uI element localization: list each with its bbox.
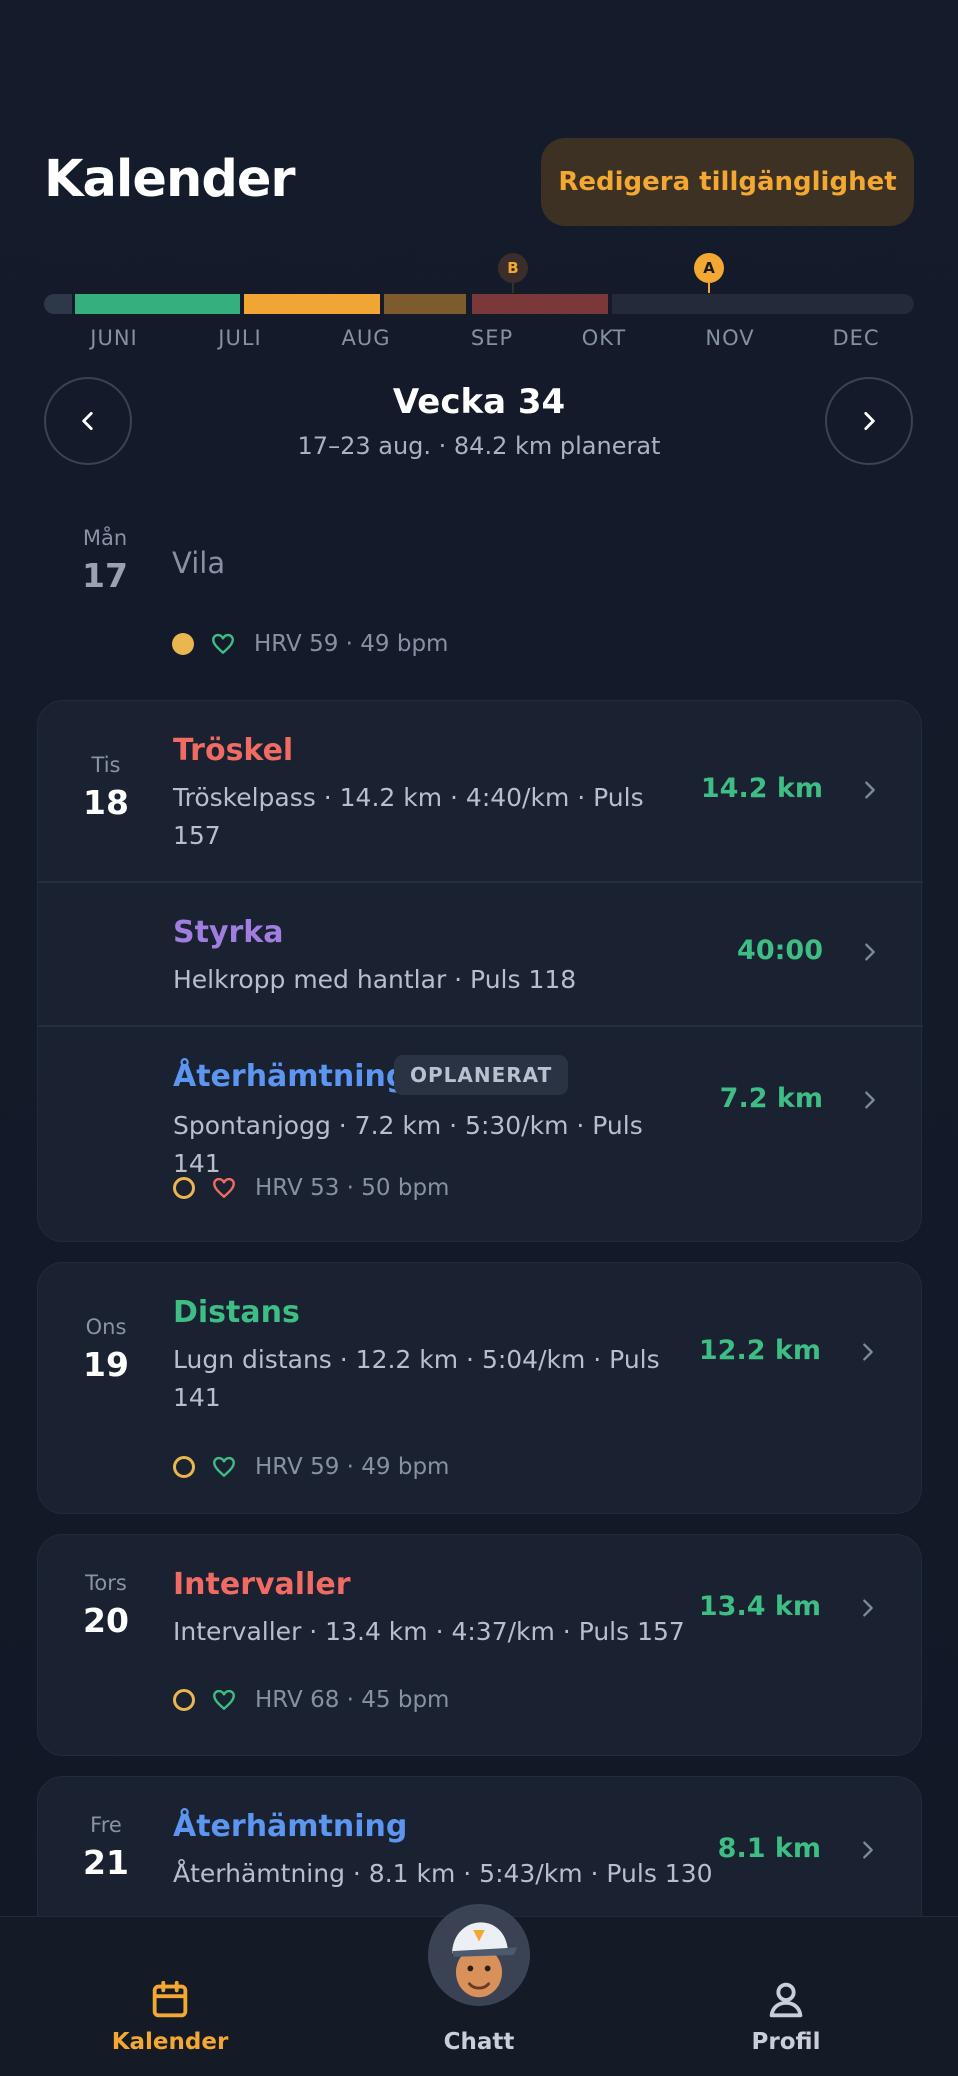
week-subtitle: 17–23 aug. · 84.2 km planerat bbox=[297, 432, 661, 460]
heart-icon bbox=[212, 633, 234, 654]
workout-value: 13.4 km bbox=[698, 1591, 821, 1622]
timeline-segment bbox=[244, 294, 380, 314]
workout-title: Styrka bbox=[173, 915, 284, 950]
month-label: JUNI bbox=[90, 326, 138, 350]
workout-description: Intervaller · 13.4 km · 4:37/km · Puls 1… bbox=[173, 1617, 685, 1646]
week-title: Vecka 34 bbox=[392, 382, 566, 422]
chevron-right-icon bbox=[864, 412, 875, 430]
timeline-bar bbox=[44, 294, 914, 314]
tab-profil[interactable]: Profil bbox=[686, 1917, 886, 2076]
readiness-dot-icon bbox=[172, 633, 194, 655]
unplanned-badge: OPLANERAT bbox=[394, 1055, 569, 1095]
hrv-row: HRV 53 · 50 bpm bbox=[173, 1173, 449, 1203]
timeline-segment bbox=[612, 294, 914, 314]
month-label: JULI bbox=[218, 326, 262, 350]
month-label: OKT bbox=[581, 326, 627, 350]
day-number: 20 bbox=[83, 1601, 129, 1640]
hrv-text: HRV 59 · 49 bpm bbox=[255, 1454, 450, 1480]
workout-description: Lugn distans · 12.2 km · 5:04/km · Puls … bbox=[173, 1345, 660, 1412]
chevron-right-icon bbox=[863, 1841, 873, 1859]
tab-label: Chatt bbox=[443, 2029, 515, 2055]
day-of-week: Mån bbox=[82, 526, 128, 550]
month-label: NOV bbox=[705, 326, 755, 350]
workout-value: 14.2 km bbox=[700, 773, 823, 804]
chevron-right-icon bbox=[863, 1343, 873, 1361]
timeline-segment bbox=[472, 294, 608, 314]
timeline-segment bbox=[75, 294, 240, 314]
day-label: Tors 20 bbox=[56, 1571, 156, 1640]
month-label: AUG bbox=[341, 326, 391, 350]
workout-value: 40:00 bbox=[737, 935, 823, 966]
hrv-text: HRV 68 · 45 bpm bbox=[255, 1687, 450, 1713]
page-title: Kalender bbox=[44, 150, 296, 209]
heart-icon bbox=[213, 1689, 235, 1710]
hrv-row: HRV 68 · 45 bpm bbox=[173, 1685, 449, 1715]
readiness-dot-icon bbox=[173, 1689, 195, 1711]
race-marker-a[interactable]: A bbox=[694, 253, 724, 283]
workout-title: Återhämtning bbox=[173, 1809, 408, 1844]
workout-description: Tröskelpass · 14.2 km · 4:40/km · Puls 1… bbox=[173, 783, 644, 850]
workout-title: Tröskel bbox=[173, 733, 294, 768]
marker-stem bbox=[512, 283, 514, 293]
hrv-text: HRV 53 · 50 bpm bbox=[255, 1175, 450, 1201]
person-icon bbox=[769, 1982, 803, 2018]
workout-row[interactable]: Återhämtning OPLANERAT Spontanjogg · 7.2… bbox=[38, 1027, 923, 1243]
readiness-dot-icon bbox=[173, 1177, 195, 1199]
timeline-segment bbox=[384, 294, 466, 314]
day-label: Fre 21 bbox=[56, 1813, 156, 1882]
edit-availability-button[interactable]: Redigera tillgänglighet bbox=[541, 138, 914, 226]
coach-avatar[interactable] bbox=[428, 1904, 530, 2006]
workout-description: Helkropp med hantlar · Puls 118 bbox=[173, 965, 577, 994]
day-number: 19 bbox=[83, 1345, 129, 1384]
workout-title: Distans bbox=[173, 1295, 300, 1330]
marker-label: B bbox=[507, 259, 519, 277]
day-label: Mån 17 bbox=[55, 526, 155, 595]
tab-label: Profil bbox=[751, 2029, 821, 2055]
day-card-tuesday: Tis 18 Tröskel Tröskelpass · 14.2 km · 4… bbox=[37, 700, 923, 1243]
rest-day-title: Vila bbox=[172, 546, 226, 580]
month-label: DEC bbox=[832, 326, 880, 350]
day-card-thursday[interactable]: Tors 20 Intervaller Intervaller · 13.4 k… bbox=[37, 1534, 922, 1756]
workout-row[interactable]: Tröskel Tröskelpass · 14.2 km · 4:40/km … bbox=[38, 701, 923, 881]
hrv-row: HRV 59 · 49 bpm bbox=[172, 629, 448, 659]
readiness-dot-icon bbox=[173, 1456, 195, 1478]
tab-kalender[interactable]: Kalender bbox=[70, 1917, 270, 2076]
workout-title: Intervaller bbox=[173, 1567, 351, 1602]
workout-value: 7.2 km bbox=[719, 1083, 823, 1114]
month-label: SEP bbox=[470, 326, 514, 350]
timeline-segment bbox=[44, 294, 72, 314]
coach-avatar-icon bbox=[431, 1907, 527, 2003]
marker-stem bbox=[708, 283, 710, 293]
day-card-wednesday[interactable]: Ons 19 Distans Lugn distans · 12.2 km · … bbox=[37, 1262, 922, 1514]
day-number: 21 bbox=[83, 1843, 129, 1882]
marker-label: A bbox=[703, 259, 715, 277]
workout-value: 8.1 km bbox=[717, 1833, 821, 1864]
heart-icon bbox=[213, 1456, 235, 1477]
day-of-week: Tors bbox=[85, 1571, 127, 1595]
workout-title: Återhämtning bbox=[173, 1059, 408, 1094]
header: Kalender Redigera tillgänglighet bbox=[0, 0, 958, 300]
workout-description: Spontanjogg · 7.2 km · 5:30/km · Puls 14… bbox=[173, 1111, 643, 1178]
race-marker-b[interactable]: B bbox=[498, 253, 528, 283]
workout-value: 12.2 km bbox=[698, 1335, 821, 1366]
chevron-right-icon bbox=[863, 1599, 873, 1617]
heart-icon bbox=[213, 1177, 235, 1198]
next-week-button[interactable] bbox=[825, 377, 913, 465]
chevron-right-icon bbox=[865, 943, 875, 961]
workout-row[interactable]: Styrka Helkropp med hantlar · Puls 118 4… bbox=[38, 883, 923, 1025]
day-of-week: Fre bbox=[90, 1813, 122, 1837]
chevron-right-icon bbox=[865, 781, 875, 799]
chevron-right-icon bbox=[865, 1091, 875, 1109]
day-number: 17 bbox=[82, 556, 128, 595]
hrv-row: HRV 59 · 49 bpm bbox=[173, 1452, 449, 1482]
day-label: Ons 19 bbox=[56, 1315, 156, 1384]
calendar-icon bbox=[152, 1980, 188, 2018]
tab-label: Kalender bbox=[111, 2029, 229, 2055]
day-of-week: Ons bbox=[85, 1315, 127, 1339]
hrv-text: HRV 59 · 49 bpm bbox=[254, 631, 449, 657]
workout-description: Återhämtning · 8.1 km · 5:43/km · Puls 1… bbox=[173, 1859, 713, 1888]
